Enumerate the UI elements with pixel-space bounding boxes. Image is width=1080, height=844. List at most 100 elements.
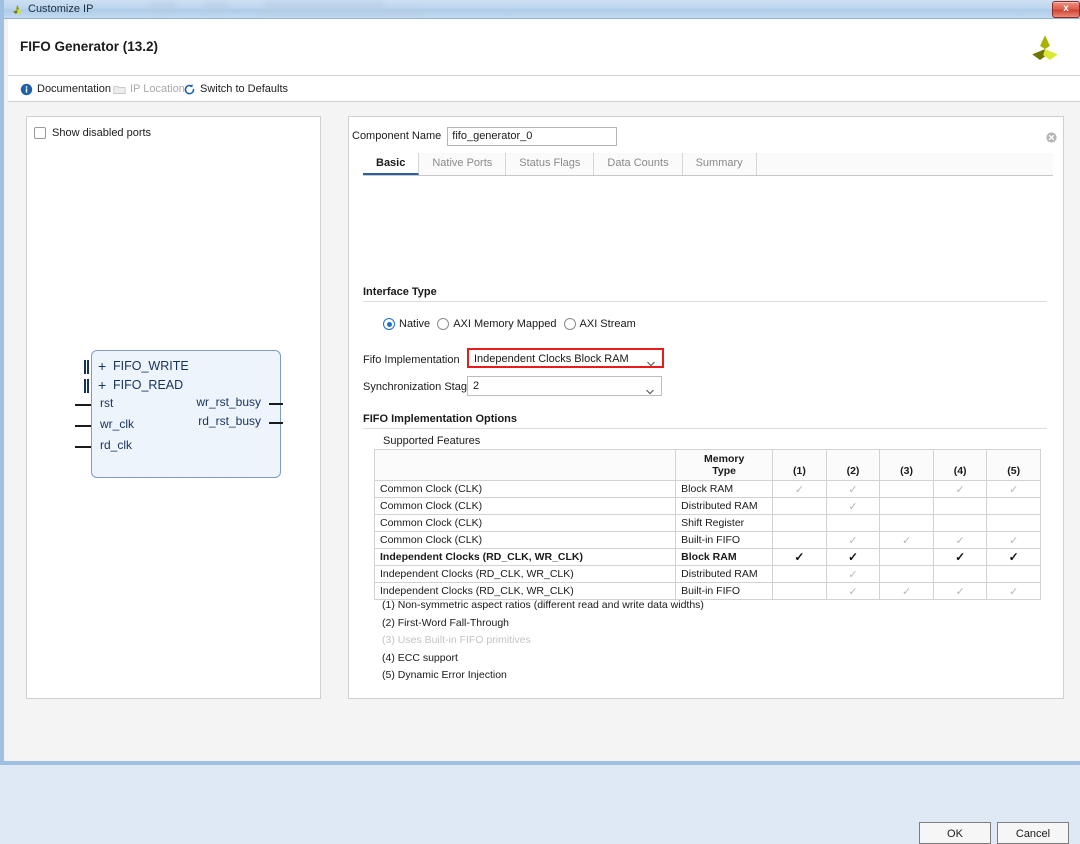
cell-memory-type: Block RAM [675,480,774,498]
footnote-3: (3) Uses Built-in FIFO primitives [382,634,531,646]
xilinx-logo-icon [1028,31,1062,65]
sync-stages-combo[interactable]: 2 [467,376,662,396]
cell-feature-4: ✓ [932,480,988,498]
cell-feature-2: ✓ [825,565,881,583]
titlebar-blur-2 [204,3,228,11]
port-label-rd-rst-busy: rd_rst_busy [198,414,261,428]
fifo-block-diagram: + FIFO_WRITE + FIFO_READ rst wr_clk rd_c… [73,350,283,480]
check-icon: ✓ [955,550,966,564]
dialog-button-bar: OK Cancel [8,717,1080,844]
radio-axi-memory-mapped[interactable]: AXI Memory Mapped [437,318,557,330]
table-row[interactable]: Independent Clocks (RD_CLK, WR_CLK) Block… [373,548,1041,566]
cancel-button[interactable]: Cancel [997,822,1069,844]
tab-status-flags[interactable]: Status Flags [506,153,595,175]
cell-feature-1 [772,565,827,583]
bus-connector-icon [84,360,89,374]
window-titlebar: Customize IP x [4,0,1080,19]
cell-clock-domain: Independent Clocks (RD_CLK, WR_CLK) [373,565,677,583]
documentation-button[interactable]: Documentation [20,81,111,97]
check-icon: ✓ [1008,550,1019,564]
cell-feature-1 [772,531,827,549]
radio-native[interactable]: Native [383,318,430,330]
check-icon: ✓ [1009,585,1019,598]
tab-basic[interactable]: Basic [363,153,420,175]
header-memory-type-line2: Type [712,465,737,477]
check-icon: ✓ [901,534,912,547]
footnote-1: (1) Non-symmetric aspect ratios (differe… [382,599,704,611]
cell-feature-4 [932,514,988,532]
cell-feature-5: ✓ [986,548,1041,566]
show-disabled-ports-label: Show disabled ports [52,127,152,139]
info-icon [20,83,33,96]
plus-icon[interactable]: + [98,378,106,392]
cell-clock-domain: Common Clock (CLK) [373,531,677,549]
dialog-toolbar: Documentation IP Location Switch to Defa… [8,76,1080,102]
tab-summary[interactable]: Summary [682,153,757,175]
cell-feature-5: ✓ [986,582,1041,600]
cell-feature-2: ✓ [825,548,881,566]
header-col-1: (1) [772,449,827,481]
check-icon: ✓ [848,500,858,513]
cell-clock-domain: Common Clock (CLK) [373,497,677,515]
cell-memory-type: Shift Register [675,514,774,532]
port-label-wr-rst-busy: wr_rst_busy [196,395,261,409]
checkbox-box [34,127,46,139]
ip-location-button: IP Location [113,81,185,97]
footnote-2: (2) First-Word Fall-Through [382,616,509,629]
port-label-rd-clk: rd_clk [100,438,133,452]
window-close-button[interactable]: x [1052,1,1080,18]
clear-circle-icon[interactable] [1045,131,1058,144]
table-row[interactable]: Common Clock (CLK) Built-in FIFO ✓ ✓ ✓ ✓ [373,531,1041,549]
radio-axi-memory-mapped-label: AXI Memory Mapped [453,318,557,330]
radio-axi-stream[interactable]: AXI Stream [563,318,636,330]
cell-feature-2: ✓ [825,531,881,549]
table-row[interactable]: Common Clock (CLK) Block RAM ✓ ✓ ✓ ✓ [373,480,1041,498]
titlebar-blur-4 [262,11,422,16]
fifo-implementation-value: Independent Clocks Block RAM [474,353,629,365]
cell-feature-5: ✓ [986,531,1041,549]
check-icon: ✓ [848,585,858,598]
cell-memory-type: Distributed RAM [675,565,774,583]
fifo-implementation-combo[interactable]: Independent Clocks Block RAM [467,348,664,368]
cell-feature-2: ✓ [825,497,881,515]
check-icon: ✓ [848,534,858,547]
check-icon: ✓ [848,568,858,581]
footnote-5: (5) Dynamic Error Injection [382,669,507,681]
fifo-options-section-title: FIFO Implementation Options [363,413,517,425]
interface-type-section-title: Interface Type [363,286,437,298]
check-icon: ✓ [1009,534,1019,547]
cell-feature-5 [986,565,1041,583]
dialog-header: FIFO Generator (13.2) [8,19,1080,76]
cell-feature-1 [772,582,827,600]
component-name-input[interactable] [447,126,618,146]
tab-data-counts[interactable]: Data Counts [594,153,683,175]
cell-feature-3 [879,565,934,583]
check-icon: ✓ [955,585,965,598]
port-label-fifo-write: FIFO_WRITE [113,359,189,373]
cell-memory-type: Distributed RAM [675,497,774,515]
table-row[interactable]: Common Clock (CLK) Distributed RAM ✓ [373,497,1041,515]
cell-clock-domain: Common Clock (CLK) [373,514,677,532]
table-row[interactable]: Common Clock (CLK) Shift Register [373,514,1041,532]
plus-icon[interactable]: + [98,359,106,373]
sync-stages-value: 2 [473,380,480,392]
radio-native-label: Native [399,318,431,330]
radio-indicator [437,318,450,330]
ip-location-label: IP Location [130,83,185,95]
show-disabled-ports-checkbox[interactable]: Show disabled ports [34,127,151,139]
cell-feature-3: ✓ [879,582,934,600]
ok-button[interactable]: OK [919,822,991,844]
header-memory-type-line1: Memory [704,453,745,465]
check-icon: ✓ [794,550,805,564]
table-row[interactable]: Independent Clocks (RD_CLK, WR_CLK) Distr… [373,565,1041,583]
cell-clock-domain: Independent Clocks (RD_CLK, WR_CLK) [373,548,677,566]
switch-to-defaults-button[interactable]: Switch to Defaults [183,81,288,97]
pin-rd-rst-busy [269,422,283,424]
config-tabstrip: Basic Native Ports Status Flags Data Cou… [363,153,1053,176]
dialog-content: Show disabled ports + FIFO_WRITE + FIFO_… [8,102,1080,844]
cell-feature-3 [879,480,934,498]
header-col-5: (5) [986,449,1041,481]
tab-native-ports[interactable]: Native Ports [419,153,507,175]
cell-feature-3: ✓ [879,531,934,549]
chevron-down-icon [647,356,655,367]
